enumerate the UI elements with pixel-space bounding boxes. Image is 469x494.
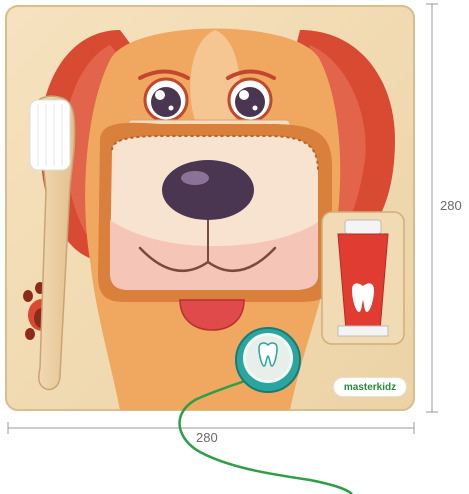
- toothpaste-piece[interactable]: [321, 211, 405, 345]
- dental-floss-piece[interactable]: [235, 327, 301, 393]
- toothbrush-bristles: [29, 99, 71, 171]
- dog-muzzle-fabric[interactable]: [98, 122, 332, 303]
- brand-logo: masterkidz: [334, 378, 406, 396]
- width-dimension-label: 280: [196, 430, 218, 445]
- height-dimension-label: 280: [440, 198, 462, 213]
- puzzle-scene: [5, 3, 438, 494]
- dog-nose: [162, 160, 254, 220]
